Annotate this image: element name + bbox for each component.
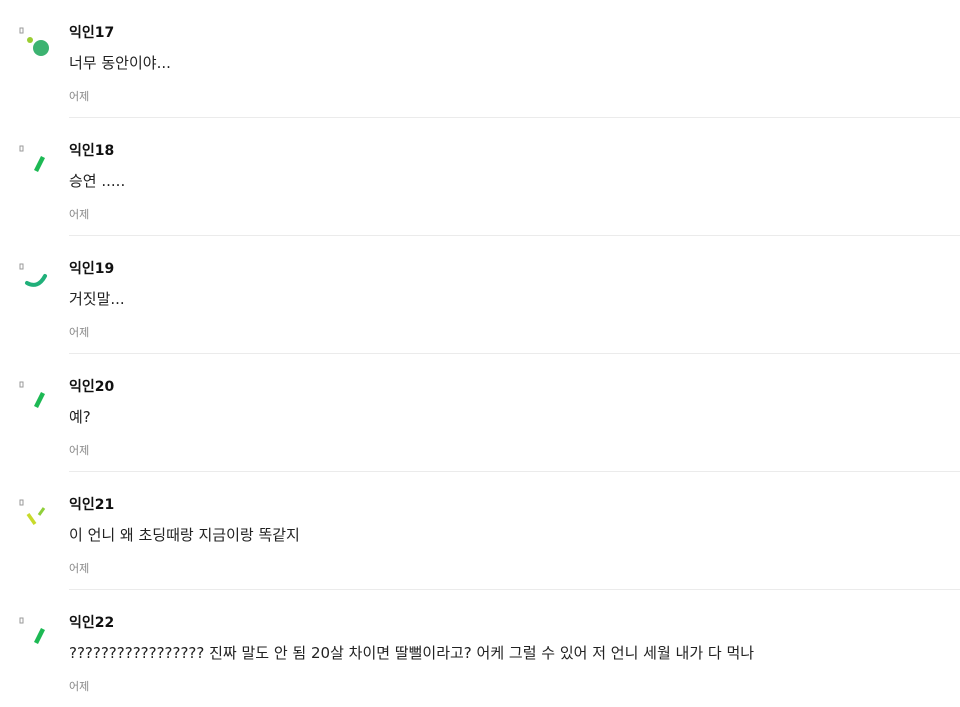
comment-body: 익인19 거짓말... 어제	[69, 236, 960, 354]
comment-time: 어제	[69, 90, 90, 103]
comment-text: 승연 .....	[69, 172, 126, 190]
comment-item: 익인20 예? 어제	[0, 354, 960, 472]
comment-item: 익인21 이 언니 왜 초딩때랑 지금이랑 똑같지 어제	[0, 472, 960, 590]
comment-text: 예?	[69, 408, 91, 426]
green-slash-avatar-icon[interactable]	[18, 616, 54, 652]
comment-body: 익인17 너무 동안이야... 어제	[69, 0, 960, 118]
comment-nickname[interactable]: 익인21	[69, 496, 114, 514]
green-slash-avatar-icon[interactable]	[18, 144, 54, 180]
comment-nickname[interactable]: 익인22	[69, 614, 114, 632]
green-curve-avatar-icon[interactable]	[18, 262, 54, 298]
comment-text: 거짓말...	[69, 290, 125, 308]
comment-time: 어제	[69, 208, 90, 221]
comment-time: 어제	[69, 326, 90, 339]
comment-nickname[interactable]: 익인17	[69, 24, 114, 42]
comment-body: 익인20 예? 어제	[69, 354, 960, 472]
comment-time: 어제	[69, 444, 90, 457]
comment-nickname[interactable]: 익인18	[69, 142, 114, 160]
comment-time: 어제	[69, 562, 90, 575]
lime-strokes-avatar-icon[interactable]	[18, 498, 54, 534]
comment-nickname[interactable]: 익인19	[69, 260, 114, 278]
comment-nickname[interactable]: 익인20	[69, 378, 114, 396]
comment-item: 익인17 너무 동안이야... 어제	[0, 0, 960, 118]
green-slash-avatar-icon[interactable]	[18, 380, 54, 416]
comment-text: 이 언니 왜 초딩때랑 지금이랑 똑같지	[69, 526, 300, 544]
comment-item: 익인22 ????????????????? 진짜 말도 안 됨 20살 차이면…	[0, 590, 960, 707]
comment-list: 익인17 너무 동안이야... 어제 익인18 승연 ..... 어제 익인19	[0, 0, 960, 707]
green-dots-avatar-icon[interactable]	[18, 26, 54, 62]
comment-body: 익인21 이 언니 왜 초딩때랑 지금이랑 똑같지 어제	[69, 472, 960, 590]
comment-item: 익인18 승연 ..... 어제	[0, 118, 960, 236]
comment-item: 익인19 거짓말... 어제	[0, 236, 960, 354]
comment-text: 너무 동안이야...	[69, 54, 171, 72]
comment-time: 어제	[69, 680, 90, 693]
comment-text: ????????????????? 진짜 말도 안 됨 20살 차이면 딸뻘이라…	[69, 644, 755, 662]
comment-body: 익인22 ????????????????? 진짜 말도 안 됨 20살 차이면…	[69, 590, 960, 707]
comment-body: 익인18 승연 ..... 어제	[69, 118, 960, 236]
